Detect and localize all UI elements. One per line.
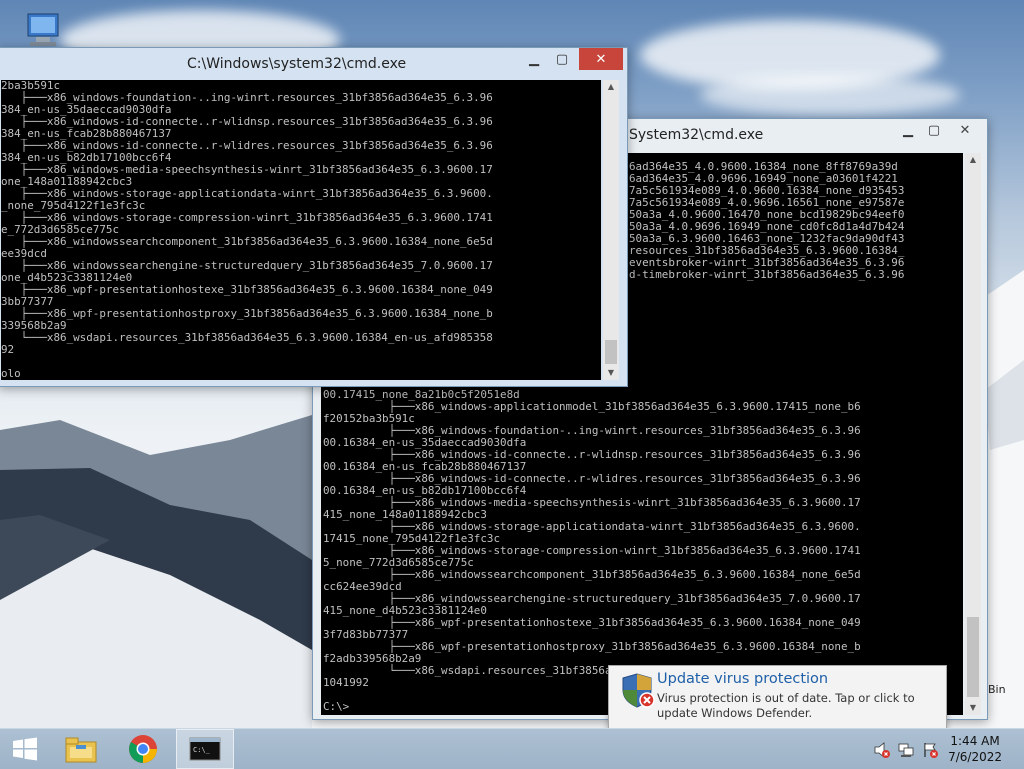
- start-icon: [13, 737, 37, 761]
- console-line: ├───x86_windowssearchcomponent_31bf3856a…: [323, 568, 861, 581]
- system-clock[interactable]: 1:44 AM 7/6/2022: [948, 733, 1002, 765]
- file-explorer-taskbar-button[interactable]: [56, 729, 106, 769]
- taskbar: C:\_ 1:44 AM 7/6/2022: [0, 728, 1024, 769]
- console-line: 92: [1, 343, 15, 356]
- file-explorer-icon: [65, 737, 97, 763]
- cmd-icon: C:\_: [189, 737, 221, 761]
- window-title: C:\Windows\system32\cmd.exe: [187, 56, 407, 72]
- this-pc-desktop-icon[interactable]: [14, 10, 62, 50]
- vertical-scrollbar[interactable]: ▲ ▼: [603, 80, 619, 380]
- cmd-taskbar-button[interactable]: C:\_: [176, 729, 234, 769]
- console-line: olo: [1, 367, 21, 380]
- vertical-scrollbar[interactable]: ▲ ▼: [965, 153, 981, 715]
- scroll-thumb[interactable]: [967, 617, 979, 697]
- computer-icon: [27, 13, 59, 46]
- close-button[interactable]: ✕: [943, 119, 987, 141]
- notification-message: Virus protection is out of date. Tap or …: [657, 691, 915, 720]
- console-line: ├───x86_wpf-presentationhostexe_31bf3856…: [1, 283, 493, 296]
- clock-date: 7/6/2022: [948, 750, 1002, 764]
- minimize-button[interactable]: ▁: [519, 48, 549, 70]
- close-button[interactable]: ✕: [579, 48, 623, 70]
- action-center-flag-alert-icon[interactable]: [922, 742, 938, 758]
- scroll-down-arrow-icon[interactable]: ▼: [603, 366, 619, 380]
- windows-defender-shield-icon: [622, 673, 655, 708]
- cmd-window-active[interactable]: C:\Windows\system32\cmd.exe ▁ ▢ ✕ 2ba3b5…: [0, 47, 628, 387]
- chrome-taskbar-button[interactable]: [118, 729, 168, 769]
- recycle-bin-label[interactable]: Bin: [988, 683, 1006, 696]
- console-lines: 2ba3b591c ├───x86_windows-foundation-..i…: [1, 80, 493, 380]
- notification-title: Update virus protection: [657, 671, 829, 687]
- scroll-up-arrow-icon[interactable]: ▲: [965, 153, 981, 167]
- title-bar[interactable]: C:\Windows\system32\cmd.exe ▁ ▢ ✕: [0, 48, 627, 78]
- scroll-thumb[interactable]: [605, 340, 617, 364]
- console-output[interactable]: 2ba3b591c ├───x86_windows-foundation-..i…: [1, 80, 601, 380]
- console-line: └───x86_wsdapi.resources_31bf3856ad364e3…: [1, 331, 493, 344]
- window-title: System32\cmd.exe: [629, 127, 764, 143]
- scroll-up-arrow-icon[interactable]: ▲: [603, 80, 619, 94]
- defender-notification[interactable]: Update virus protection Virus protection…: [608, 665, 947, 738]
- svg-text:C:\_: C:\_: [193, 746, 211, 754]
- console-lines-top: 6ad364e35_4.0.9600.16384_none_8ff8769a39…: [629, 161, 904, 281]
- maximize-button[interactable]: ▢: [547, 48, 577, 70]
- console-line: d-timebroker-winrt_31bf3856ad364e35_6.3.…: [629, 268, 905, 281]
- speaker-muted-icon[interactable]: [874, 742, 890, 758]
- scroll-down-arrow-icon[interactable]: ▼: [965, 701, 981, 715]
- clock-time: 1:44 AM: [950, 734, 1000, 748]
- chrome-icon: [129, 735, 157, 763]
- console-line: ├───x86_wpf-presentationhostproxy_31bf38…: [1, 307, 493, 320]
- network-icon[interactable]: [898, 742, 914, 758]
- start-button[interactable]: [0, 729, 50, 769]
- console-line: ├───x86_windowssearchcomponent_31bf3856a…: [1, 235, 493, 248]
